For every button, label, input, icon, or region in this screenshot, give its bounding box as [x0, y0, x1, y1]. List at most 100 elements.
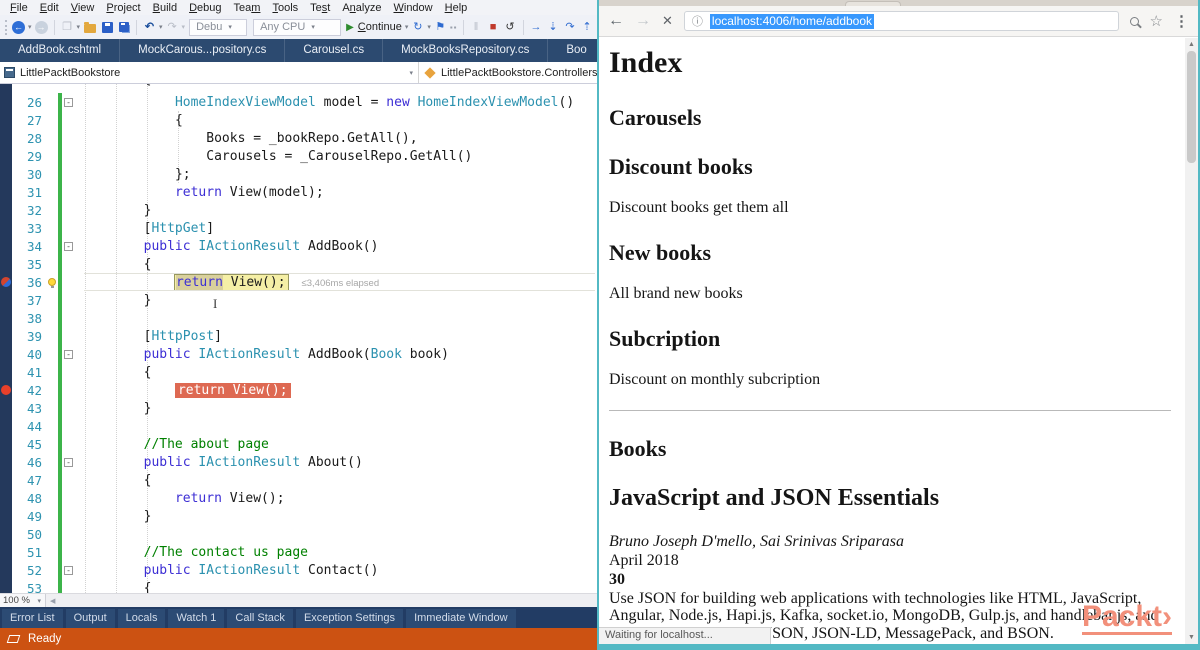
- code-line[interactable]: 27 {: [0, 111, 597, 129]
- doc-tab-3[interactable]: Carousel.cs: [285, 39, 384, 62]
- breakpoint-margin[interactable]: [0, 129, 12, 147]
- lightbulb-icon[interactable]: [48, 278, 56, 288]
- doc-tab-2[interactable]: MockCarous...pository.cs: [120, 39, 286, 62]
- breakpoint-margin[interactable]: [0, 435, 12, 453]
- scrollbar-thumb[interactable]: [1187, 51, 1196, 163]
- tool-tab-watch-1[interactable]: Watch 1: [168, 609, 225, 628]
- save-all-button[interactable]: [119, 22, 130, 32]
- toolbar-grip[interactable]: [5, 19, 7, 35]
- chevron-down-icon[interactable]: ▾: [159, 23, 163, 31]
- code-line[interactable]: 45 //The about page: [0, 435, 597, 453]
- browser-stop-button[interactable]: ✕: [662, 13, 673, 29]
- tool-tab-exception-settings[interactable]: Exception Settings: [295, 609, 404, 628]
- breakpoint-margin[interactable]: [0, 111, 12, 129]
- breakpoint-margin[interactable]: [0, 579, 12, 593]
- code-line[interactable]: 35 {: [0, 255, 597, 273]
- code-line[interactable]: 48 return View();: [0, 489, 597, 507]
- code-line[interactable]: 37}: [0, 291, 597, 309]
- breakpoint-margin[interactable]: [0, 345, 12, 363]
- step-into-button[interactable]: ⇣: [547, 21, 560, 34]
- redo-button[interactable]: ↷: [166, 21, 179, 34]
- browser-tab[interactable]: [845, 1, 901, 6]
- address-bar[interactable]: ⓘ localhost:4006/home/addbook: [683, 11, 1119, 31]
- menu-debug[interactable]: Debug: [183, 2, 227, 14]
- breakpoint-margin[interactable]: [0, 381, 12, 399]
- application-insights-icon[interactable]: ⚑: [434, 21, 447, 34]
- breakpoint-margin[interactable]: [0, 309, 12, 327]
- menu-help[interactable]: Help: [439, 2, 474, 14]
- breakpoint-margin[interactable]: [0, 489, 12, 507]
- breakpoint-margin[interactable]: [0, 561, 12, 579]
- tool-tab-output[interactable]: Output: [65, 609, 115, 628]
- breakpoint-margin[interactable]: [0, 201, 12, 219]
- browser-scrollbar[interactable]: ▲ ▼: [1185, 38, 1198, 644]
- scroll-up-arrow-icon[interactable]: ▲: [1185, 38, 1198, 51]
- type-dropdown[interactable]: LittlePacktBookstore.Controllers.HomeCon…: [419, 62, 597, 83]
- breakpoint-margin[interactable]: [0, 525, 12, 543]
- code-line[interactable]: 53 {: [0, 579, 597, 593]
- browser-menu-icon[interactable]: ⋮: [1174, 12, 1189, 30]
- undo-button[interactable]: ↶: [143, 21, 156, 34]
- code-line[interactable]: 49}: [0, 507, 597, 525]
- breakpoint-margin[interactable]: [0, 237, 12, 255]
- scroll-down-arrow-icon[interactable]: ▼: [1185, 631, 1198, 644]
- breakpoint-margin[interactable]: [0, 93, 12, 111]
- restart-button[interactable]: ↺: [504, 21, 517, 34]
- stop-button[interactable]: ■: [487, 21, 500, 34]
- breakpoint-margin[interactable]: [0, 417, 12, 435]
- code-line[interactable]: 30};: [0, 165, 597, 183]
- bookmark-star-icon[interactable]: ☆: [1150, 12, 1163, 30]
- tool-tab-call-stack[interactable]: Call Stack: [227, 609, 293, 628]
- packt-logo[interactable]: Packt›: [1081, 600, 1172, 635]
- breakpoint-margin[interactable]: [0, 273, 12, 291]
- breakpoint-margin[interactable]: [0, 147, 12, 165]
- code-line[interactable]: 47 {: [0, 471, 597, 489]
- code-line[interactable]: 42 return View();: [0, 381, 597, 399]
- breakpoint-margin[interactable]: [0, 183, 12, 201]
- menu-build[interactable]: Build: [147, 2, 183, 14]
- breakpoint-margin[interactable]: [0, 453, 12, 471]
- fold-collapse-icon[interactable]: -: [64, 565, 73, 575]
- editor-horizontal-scrollbar[interactable]: 100 % ▾ ◀: [0, 593, 597, 607]
- doc-tab-1[interactable]: AddBook.cshtml: [0, 39, 121, 62]
- menu-window[interactable]: Window: [387, 2, 438, 14]
- menu-team[interactable]: Team: [228, 2, 267, 14]
- code-line[interactable]: 50: [0, 525, 597, 543]
- breakpoint-margin[interactable]: [0, 327, 12, 345]
- code-line[interactable]: 25{: [0, 84, 597, 93]
- continue-button[interactable]: ▶ Continue: [346, 21, 402, 33]
- code-line[interactable]: 34 - public IActionResult AddBook(): [0, 237, 597, 255]
- doc-tab-5[interactable]: Boo: [548, 39, 597, 62]
- zoom-icon[interactable]: [1129, 16, 1139, 26]
- code-line[interactable]: 41 {: [0, 363, 597, 381]
- apply-code-changes-button[interactable]: ↻: [411, 21, 424, 34]
- fold-collapse-icon[interactable]: -: [64, 241, 73, 251]
- menu-project[interactable]: Project: [100, 2, 146, 14]
- step-over-button[interactable]: ↷: [564, 21, 577, 34]
- code-line[interactable]: 28 Books = _bookRepo.GetAll(),: [0, 129, 597, 147]
- toolbar-overflow-icon[interactable]: ▪▪: [450, 23, 458, 32]
- chevron-down-icon[interactable]: ▾: [427, 23, 431, 31]
- chevron-down-icon[interactable]: ▾: [77, 23, 81, 31]
- doc-tab-4[interactable]: MockBooksRepository.cs: [383, 39, 549, 62]
- chevron-down-icon[interactable]: ▾: [28, 23, 32, 31]
- scroll-left-arrow-icon[interactable]: ◀: [46, 597, 59, 605]
- code-line[interactable]: 38: [0, 309, 597, 327]
- solution-configurations-dropdown[interactable]: Debu ▾: [189, 18, 248, 36]
- fold-collapse-icon[interactable]: -: [64, 349, 73, 359]
- breakpoint-margin[interactable]: [0, 219, 12, 237]
- navigate-forward-button[interactable]: →: [34, 20, 48, 34]
- url-text[interactable]: localhost:4006/home/addbook: [709, 13, 875, 29]
- menu-file[interactable]: File: [4, 2, 34, 14]
- code-line[interactable]: 46 - public IActionResult About(): [0, 453, 597, 471]
- navigate-back-button[interactable]: ←: [12, 20, 25, 34]
- breakpoint-margin[interactable]: [0, 255, 12, 273]
- chevron-down-icon[interactable]: ▾: [405, 23, 409, 31]
- tool-tab-locals[interactable]: Locals: [117, 609, 166, 628]
- open-file-button[interactable]: [84, 21, 97, 33]
- code-line[interactable]: 32}: [0, 201, 597, 219]
- solution-platforms-dropdown[interactable]: Any CPU ▾: [253, 18, 342, 36]
- code-line[interactable]: 29 Carousels = _CarouselRepo.GetAll(): [0, 147, 597, 165]
- breakpoint-margin[interactable]: [0, 165, 12, 183]
- code-line[interactable]: 31 return View(model);: [0, 183, 597, 201]
